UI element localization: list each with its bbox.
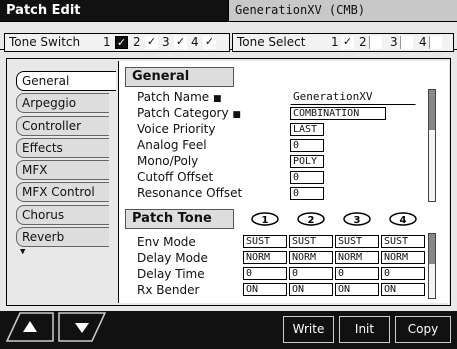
param-label-mono-poly: Mono/Poly [137, 154, 199, 168]
tone-switch-label: Tone Switch [9, 35, 81, 49]
tone-switch-4-checkbox[interactable]: ✓ [203, 36, 216, 49]
tone-select-3-number: 3 [390, 35, 398, 49]
page-down-button[interactable] [58, 312, 106, 342]
tab-general[interactable]: General [16, 71, 116, 91]
tab-mfx[interactable]: MFX [16, 160, 109, 180]
patch-tone-scrollbar[interactable] [428, 233, 436, 299]
tone-switch-box: Tone Switch 1 ✓ 2 ✓ 3 ✓ 4 ✓ [4, 33, 230, 52]
tab-label: Effects [22, 141, 63, 155]
tone-label-delay-time: Delay Time [137, 267, 205, 281]
tone-4-number: 4 [400, 215, 407, 226]
mono-poly-field[interactable]: POLY [290, 155, 324, 168]
param-label-patch-category: Patch Category ■ [137, 106, 241, 120]
param-label-resonance-offset: Resonance Offset [137, 186, 243, 200]
write-button[interactable]: Write [283, 316, 334, 343]
copy-button[interactable]: Copy [395, 316, 451, 343]
delay-mode-tone-3[interactable]: NORM [335, 251, 379, 264]
rx-bender-tone-1[interactable]: ON [243, 283, 287, 296]
tone-label-delay-mode: Delay Mode [137, 251, 208, 265]
rx-bender-tone-2[interactable]: ON [289, 283, 333, 296]
tone-2-header-icon: 2 [297, 212, 325, 226]
delay-mode-tone-4[interactable]: NORM [381, 251, 425, 264]
env-mode-tone-2[interactable]: SUST [289, 235, 333, 248]
tone-select-2-checkbox[interactable] [369, 36, 382, 49]
param-label-voice-priority: Voice Priority [137, 122, 216, 136]
tone-1-header-icon: 1 [251, 212, 279, 226]
tab-label: MFX [22, 163, 48, 177]
rx-bender-tone-3[interactable]: ON [335, 283, 379, 296]
delay-mode-tone-1[interactable]: NORM [243, 251, 287, 264]
tone-select-1-number: 1 [331, 35, 339, 49]
env-mode-tone-3[interactable]: SUST [335, 235, 379, 248]
patch-tone-scrollbar-thumb[interactable] [429, 234, 435, 264]
tab-label: Chorus [22, 208, 65, 222]
voice-priority-field[interactable]: LAST [290, 123, 324, 136]
tone-3-header-icon: 3 [343, 212, 371, 226]
tone-switch-3-number: 3 [162, 35, 170, 49]
delay-time-tone-4[interactable]: 0 [381, 267, 425, 280]
general-scrollbar[interactable] [428, 89, 436, 202]
tab-chorus[interactable]: Chorus [16, 205, 109, 225]
patch-name-field[interactable]: GenerationXV [290, 90, 416, 105]
tone-switch-2-number: 2 [133, 35, 141, 49]
delay-mode-tone-2[interactable]: NORM [289, 251, 333, 264]
resonance-offset-field[interactable]: 0 [290, 187, 324, 200]
section-patch-tone-header: Patch Tone [125, 209, 234, 229]
env-mode-tone-1[interactable]: SUST [243, 235, 287, 248]
param-label-analog-feel: Analog Feel [137, 138, 207, 152]
section-general-header: General [125, 67, 234, 87]
tone-label-rx-bender: Rx Bender [137, 283, 200, 297]
delay-time-tone-2[interactable]: 0 [289, 267, 333, 280]
param-label-cutoff-offset: Cutoff Offset [137, 170, 214, 184]
init-button[interactable]: Init [339, 316, 390, 343]
tone-3-number: 3 [354, 215, 361, 226]
page-title: Patch Edit [0, 0, 228, 21]
tab-label: Reverb [22, 230, 65, 244]
tone-2-number: 2 [308, 215, 315, 226]
tab-effects[interactable]: Effects [16, 138, 109, 158]
tab-label: General [22, 74, 70, 88]
page-up-button[interactable] [6, 312, 54, 342]
tone-select-1-checkbox[interactable]: ✓ [341, 36, 354, 49]
rx-bender-tone-4[interactable]: ON [381, 283, 425, 296]
tone-select-label: Tone Select [237, 35, 306, 49]
edit-category-icon: ■ [232, 110, 241, 120]
tab-label: Arpeggio [22, 96, 77, 110]
env-mode-tone-4[interactable]: SUST [381, 235, 425, 248]
tone-select-box: Tone Select 1 ✓ 2 3 4 [232, 33, 454, 52]
cutoff-offset-field[interactable]: 0 [290, 171, 324, 184]
tab-controller[interactable]: Controller [16, 116, 109, 136]
current-patch-name: GenerationXV (CMB) [228, 0, 457, 21]
tone-1-number: 1 [262, 215, 269, 226]
more-tabs-down-icon[interactable]: ▼ [20, 247, 25, 257]
tone-switch-1-checkbox[interactable]: ✓ [115, 36, 128, 49]
tone-switch-1-number: 1 [103, 35, 111, 49]
tone-switch-3-checkbox[interactable]: ✓ [174, 36, 187, 49]
edit-name-icon: ■ [213, 94, 222, 104]
param-label-patch-name: Patch Name ■ [137, 90, 222, 104]
delay-time-tone-3[interactable]: 0 [335, 267, 379, 280]
tab-label: MFX Control [22, 185, 95, 199]
tone-select-2-number: 2 [359, 35, 367, 49]
patch-category-field[interactable]: COMBINATION [290, 107, 386, 120]
tab-mfx-control[interactable]: MFX Control [16, 182, 109, 202]
delay-time-tone-1[interactable]: 0 [243, 267, 287, 280]
analog-feel-field[interactable]: 0 [290, 139, 324, 152]
tone-4-header-icon: 4 [389, 212, 417, 226]
tone-select-3-checkbox[interactable] [400, 36, 413, 49]
general-scrollbar-thumb[interactable] [429, 90, 435, 130]
tone-switch-2-checkbox[interactable]: ✓ [145, 36, 158, 49]
tab-label: Controller [22, 119, 82, 133]
tone-select-4-number: 4 [419, 35, 427, 49]
tone-select-4-checkbox[interactable] [429, 36, 442, 49]
tone-label-env-mode: Env Mode [137, 235, 196, 249]
tab-arpeggio[interactable]: Arpeggio [16, 93, 109, 113]
tone-switch-4-number: 4 [191, 35, 199, 49]
tab-reverb[interactable]: Reverb [16, 227, 109, 247]
